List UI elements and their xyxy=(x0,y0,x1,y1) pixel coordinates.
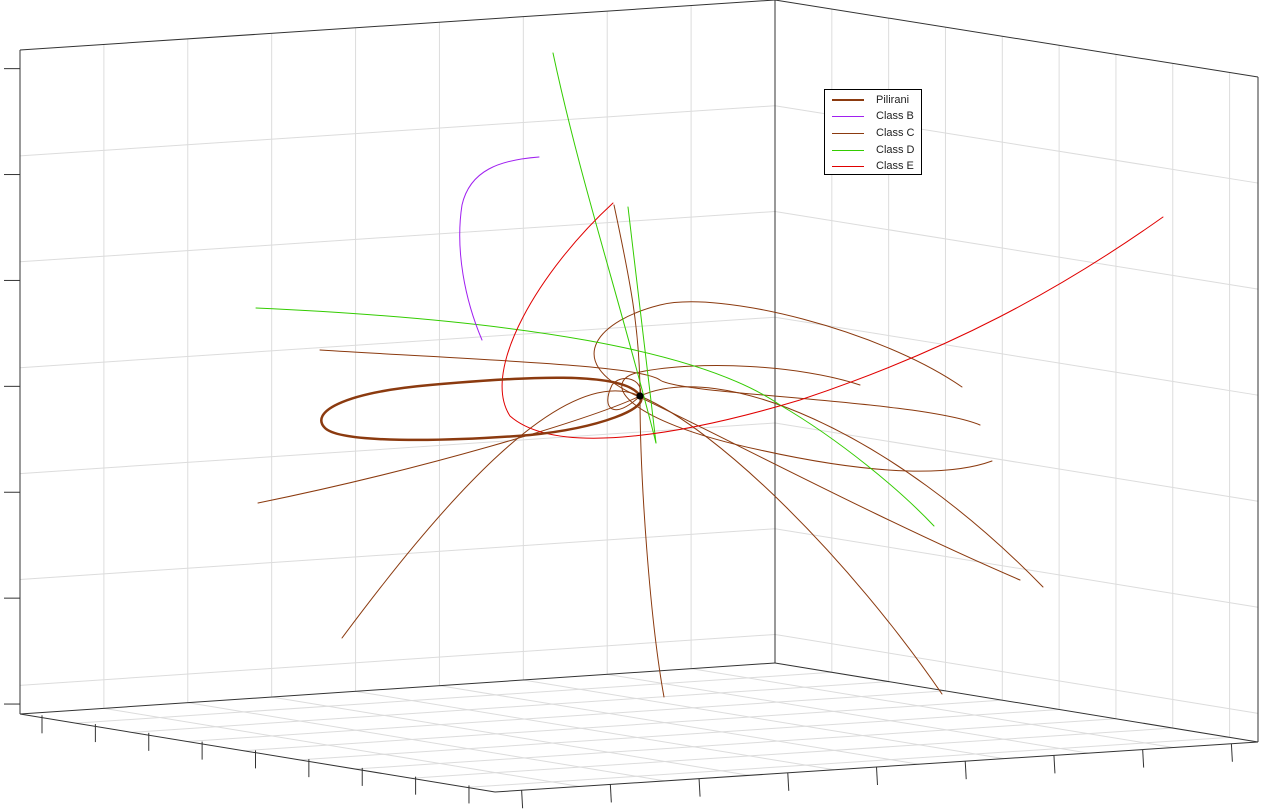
central-body-marker xyxy=(636,392,644,400)
grid-line-floor xyxy=(131,681,889,733)
box-edge xyxy=(774,662,1259,743)
grid-line-floor xyxy=(299,708,1060,761)
grid-line-floor xyxy=(243,699,1003,752)
legend-label-pilirani: Pilirani xyxy=(876,93,910,106)
series-layer xyxy=(255,52,1164,698)
class-e-trajectory xyxy=(501,202,1164,439)
grid-line-floor xyxy=(75,671,832,724)
legend-swatch-class-b xyxy=(832,116,864,118)
orbit-plot-3d xyxy=(4,0,1259,809)
grid-line-floor xyxy=(355,718,1116,770)
legend-entry-class-b: Class B xyxy=(825,109,921,126)
class-c-trajectory-6 xyxy=(621,365,993,472)
y-axis-tick xyxy=(964,761,967,780)
grid-line-floor xyxy=(607,673,1089,754)
class-c-trajectory-4 xyxy=(613,204,665,698)
y-axis-tick xyxy=(1142,749,1145,768)
grid-line-horizontal xyxy=(774,210,1259,290)
y-axis-tick xyxy=(876,766,878,786)
legend-label-class-d: Class D xyxy=(876,143,915,156)
pilirani-orbit xyxy=(320,376,643,442)
grid-line-floor xyxy=(467,736,1230,788)
class-d-trajectory-1 xyxy=(552,52,657,444)
grid-line-horizontal xyxy=(19,422,776,475)
y-axis-tick xyxy=(787,772,790,791)
class-b-trajectory xyxy=(459,156,540,341)
grid-line-horizontal xyxy=(774,633,1259,714)
grid-line-floor xyxy=(411,727,1173,779)
legend-label-class-e: Class E xyxy=(876,160,914,173)
legend-entry-class-d: Class D xyxy=(825,142,921,159)
grid-line-floor xyxy=(187,690,946,743)
y-axis-tick xyxy=(521,790,524,809)
grid-line-horizontal xyxy=(19,105,776,157)
legend-swatch-class-c xyxy=(832,132,864,134)
box-edge xyxy=(19,0,776,51)
class-c-trajectory-3 xyxy=(341,390,943,695)
y-axis-tick xyxy=(698,778,701,797)
grid-line-horizontal xyxy=(19,210,776,263)
grid-line-horizontal xyxy=(19,633,776,686)
legend-swatch-pilirani xyxy=(832,99,864,102)
legend-label-class-c: Class C xyxy=(876,126,915,139)
y-axis-tick xyxy=(1230,743,1233,762)
grid-line-horizontal xyxy=(19,316,776,369)
legend-swatch-class-d xyxy=(832,149,864,151)
y-axis-tick xyxy=(1053,755,1056,774)
legend-entry-class-c: Class C xyxy=(825,125,921,142)
legend-entry-pilirani: Pilirani xyxy=(825,92,921,109)
legend-label-class-b: Class B xyxy=(876,110,914,123)
box-edge xyxy=(19,662,776,715)
grid-line-horizontal xyxy=(774,422,1259,502)
legend-entry-class-e: Class E xyxy=(825,158,921,175)
grid-line-horizontal xyxy=(774,528,1259,608)
class-c-trajectory-5 xyxy=(593,301,1021,581)
legend: Pilirani Class B Class C Class D Class E xyxy=(824,89,922,175)
legend-swatch-class-e xyxy=(832,166,864,168)
box-edge xyxy=(774,0,1259,78)
grid-line-horizontal xyxy=(19,528,776,581)
class-c-trajectory-2 xyxy=(257,386,1044,588)
y-axis-tick xyxy=(609,784,612,803)
